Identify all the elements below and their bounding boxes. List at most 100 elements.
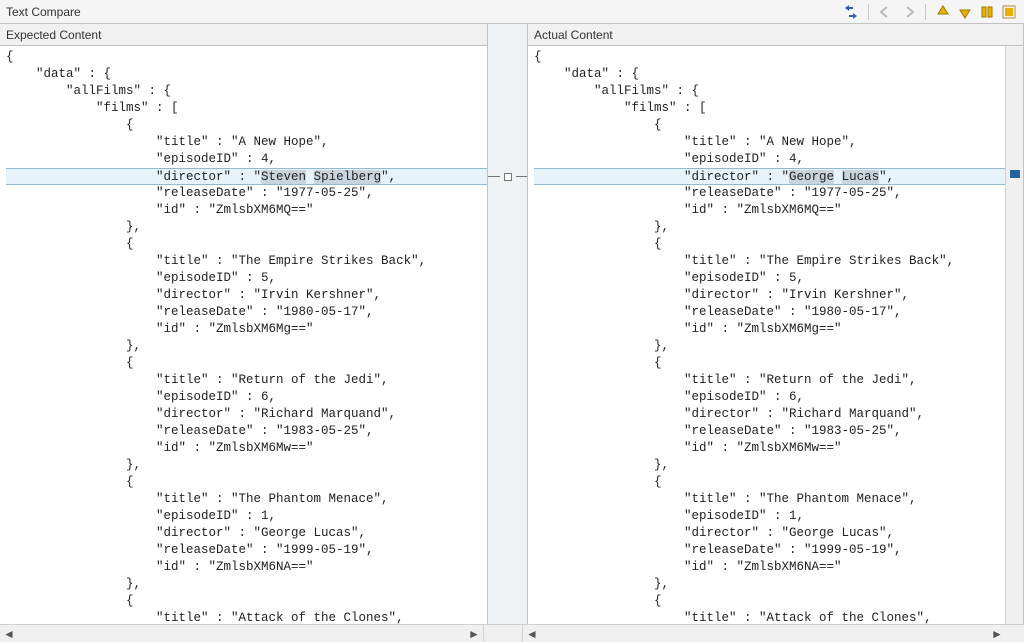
scroll-right-icon[interactable]: ► bbox=[988, 625, 1006, 642]
code-line[interactable]: }, bbox=[6, 457, 487, 474]
code-line[interactable]: "id" : "ZmlsbXM6NA==" bbox=[6, 559, 487, 576]
code-line[interactable]: { bbox=[6, 117, 487, 134]
code-line[interactable]: "allFilms" : { bbox=[534, 83, 1005, 100]
code-line[interactable]: "title" : "The Phantom Menace", bbox=[6, 491, 487, 508]
code-line[interactable]: "data" : { bbox=[6, 66, 487, 83]
scroll-left-icon[interactable]: ◄ bbox=[523, 625, 541, 642]
code-line[interactable]: "episodeID" : 6, bbox=[534, 389, 1005, 406]
code-line[interactable]: { bbox=[534, 49, 1005, 66]
code-line[interactable]: "releaseDate" : "1999-05-19", bbox=[6, 542, 487, 559]
code-line[interactable]: "director" : "Irvin Kershner", bbox=[534, 287, 1005, 304]
right-code-area[interactable]: { "data" : { "allFilms" : { "films" : [ … bbox=[528, 46, 1023, 624]
code-line[interactable]: }, bbox=[6, 338, 487, 355]
code-line[interactable]: }, bbox=[534, 576, 1005, 593]
options-icon[interactable] bbox=[1000, 3, 1018, 21]
code-line[interactable]: "episodeID" : 6, bbox=[6, 389, 487, 406]
code-line[interactable]: "data" : { bbox=[534, 66, 1005, 83]
code-line[interactable]: "title" : "The Phantom Menace", bbox=[534, 491, 1005, 508]
left-code-area[interactable]: { "data" : { "allFilms" : { "films" : [ … bbox=[0, 46, 487, 624]
code-line[interactable]: "title" : "Return of the Jedi", bbox=[6, 372, 487, 389]
toolbar-separator bbox=[925, 4, 926, 20]
diff-token: Steven bbox=[261, 170, 306, 184]
code-line[interactable]: "releaseDate" : "1980-05-17", bbox=[6, 304, 487, 321]
right-pane-header: Actual Content bbox=[528, 24, 1023, 46]
code-line[interactable]: "director" : "George Lucas", bbox=[534, 168, 1005, 185]
window-title: Text Compare bbox=[6, 5, 81, 19]
diff-gutter bbox=[488, 24, 528, 624]
code-line[interactable]: "id" : "ZmlsbXM6MQ==" bbox=[6, 202, 487, 219]
code-line[interactable]: "title" : "Return of the Jedi", bbox=[534, 372, 1005, 389]
code-line[interactable]: "title" : "A New Hope", bbox=[6, 134, 487, 151]
code-line[interactable]: "title" : "A New Hope", bbox=[534, 134, 1005, 151]
code-line[interactable]: "episodeID" : 4, bbox=[534, 151, 1005, 168]
code-line[interactable]: { bbox=[6, 474, 487, 491]
code-line[interactable]: "title" : "Attack of the Clones", bbox=[6, 610, 487, 624]
right-pane: Actual Content { "data" : { "allFilms" :… bbox=[528, 24, 1024, 624]
code-line[interactable]: "director" : "George Lucas", bbox=[534, 525, 1005, 542]
code-line[interactable]: "episodeID" : 5, bbox=[534, 270, 1005, 287]
code-line[interactable]: "releaseDate" : "1977-05-25", bbox=[534, 185, 1005, 202]
code-line[interactable]: "releaseDate" : "1983-05-25", bbox=[6, 423, 487, 440]
code-line[interactable]: "episodeID" : 1, bbox=[534, 508, 1005, 525]
code-line[interactable]: "title" : "The Empire Strikes Back", bbox=[6, 253, 487, 270]
left-pane: Expected Content { "data" : { "allFilms"… bbox=[0, 24, 488, 624]
code-line[interactable]: { bbox=[6, 593, 487, 610]
compare-panes: Expected Content { "data" : { "allFilms"… bbox=[0, 24, 1024, 624]
code-line[interactable]: "releaseDate" : "1977-05-25", bbox=[6, 185, 487, 202]
code-line[interactable]: "episodeID" : 4, bbox=[6, 151, 487, 168]
next-diff-icon[interactable] bbox=[934, 3, 952, 21]
overview-ruler[interactable] bbox=[1005, 46, 1023, 624]
right-hscroll[interactable]: ◄ ► bbox=[523, 625, 1006, 642]
code-line[interactable]: "allFilms" : { bbox=[6, 83, 487, 100]
code-line[interactable]: { bbox=[534, 593, 1005, 610]
copy-right-icon[interactable] bbox=[899, 3, 917, 21]
code-line[interactable]: "films" : [ bbox=[534, 100, 1005, 117]
code-line[interactable]: { bbox=[6, 49, 487, 66]
scroll-right-icon[interactable]: ► bbox=[465, 625, 483, 642]
code-line[interactable]: "title" : "The Empire Strikes Back", bbox=[534, 253, 1005, 270]
diff-connector[interactable] bbox=[488, 168, 527, 185]
toolbar-separator bbox=[868, 4, 869, 20]
code-line[interactable]: "id" : "ZmlsbXM6MQ==" bbox=[534, 202, 1005, 219]
code-line[interactable]: }, bbox=[534, 338, 1005, 355]
code-line[interactable]: { bbox=[534, 236, 1005, 253]
code-line[interactable]: "id" : "ZmlsbXM6Mg==" bbox=[6, 321, 487, 338]
code-line[interactable]: "id" : "ZmlsbXM6NA==" bbox=[534, 559, 1005, 576]
code-line[interactable]: "releaseDate" : "1980-05-17", bbox=[534, 304, 1005, 321]
diff-token: Lucas bbox=[842, 170, 880, 184]
code-line[interactable]: { bbox=[6, 236, 487, 253]
scroll-left-icon[interactable]: ◄ bbox=[0, 625, 18, 642]
code-line[interactable]: "director" : "Richard Marquand", bbox=[6, 406, 487, 423]
code-line[interactable]: }, bbox=[6, 219, 487, 236]
code-line[interactable]: "episodeID" : 5, bbox=[6, 270, 487, 287]
code-line[interactable]: "director" : "George Lucas", bbox=[6, 525, 487, 542]
code-line[interactable]: "director" : "Irvin Kershner", bbox=[6, 287, 487, 304]
code-line[interactable]: "films" : [ bbox=[6, 100, 487, 117]
diff-marker[interactable] bbox=[1010, 170, 1020, 178]
code-line[interactable]: "director" : "Richard Marquand", bbox=[534, 406, 1005, 423]
code-line[interactable]: { bbox=[6, 355, 487, 372]
code-line[interactable]: "releaseDate" : "1983-05-25", bbox=[534, 423, 1005, 440]
code-line[interactable]: "id" : "ZmlsbXM6Mw==" bbox=[6, 440, 487, 457]
code-line[interactable]: "episodeID" : 1, bbox=[6, 508, 487, 525]
diff-token: Spielberg bbox=[314, 170, 382, 184]
toolbar-icon-group bbox=[842, 3, 1018, 21]
code-line[interactable]: "director" : "Steven Spielberg", bbox=[6, 168, 487, 185]
diff-token: George bbox=[789, 170, 834, 184]
code-line[interactable]: }, bbox=[534, 219, 1005, 236]
prev-diff-icon[interactable] bbox=[956, 3, 974, 21]
code-line[interactable]: { bbox=[534, 474, 1005, 491]
code-line[interactable]: "id" : "ZmlsbXM6Mw==" bbox=[534, 440, 1005, 457]
copy-left-icon[interactable] bbox=[877, 3, 895, 21]
toolbar: Text Compare bbox=[0, 0, 1024, 24]
swap-panes-icon[interactable] bbox=[842, 3, 860, 21]
merge-icon[interactable] bbox=[978, 3, 996, 21]
code-line[interactable]: { bbox=[534, 355, 1005, 372]
code-line[interactable]: "id" : "ZmlsbXM6Mg==" bbox=[534, 321, 1005, 338]
left-hscroll[interactable]: ◄ ► bbox=[0, 625, 483, 642]
code-line[interactable]: }, bbox=[534, 457, 1005, 474]
code-line[interactable]: { bbox=[534, 117, 1005, 134]
code-line[interactable]: "releaseDate" : "1999-05-19", bbox=[534, 542, 1005, 559]
code-line[interactable]: "title" : "Attack of the Clones", bbox=[534, 610, 1005, 624]
code-line[interactable]: }, bbox=[6, 576, 487, 593]
